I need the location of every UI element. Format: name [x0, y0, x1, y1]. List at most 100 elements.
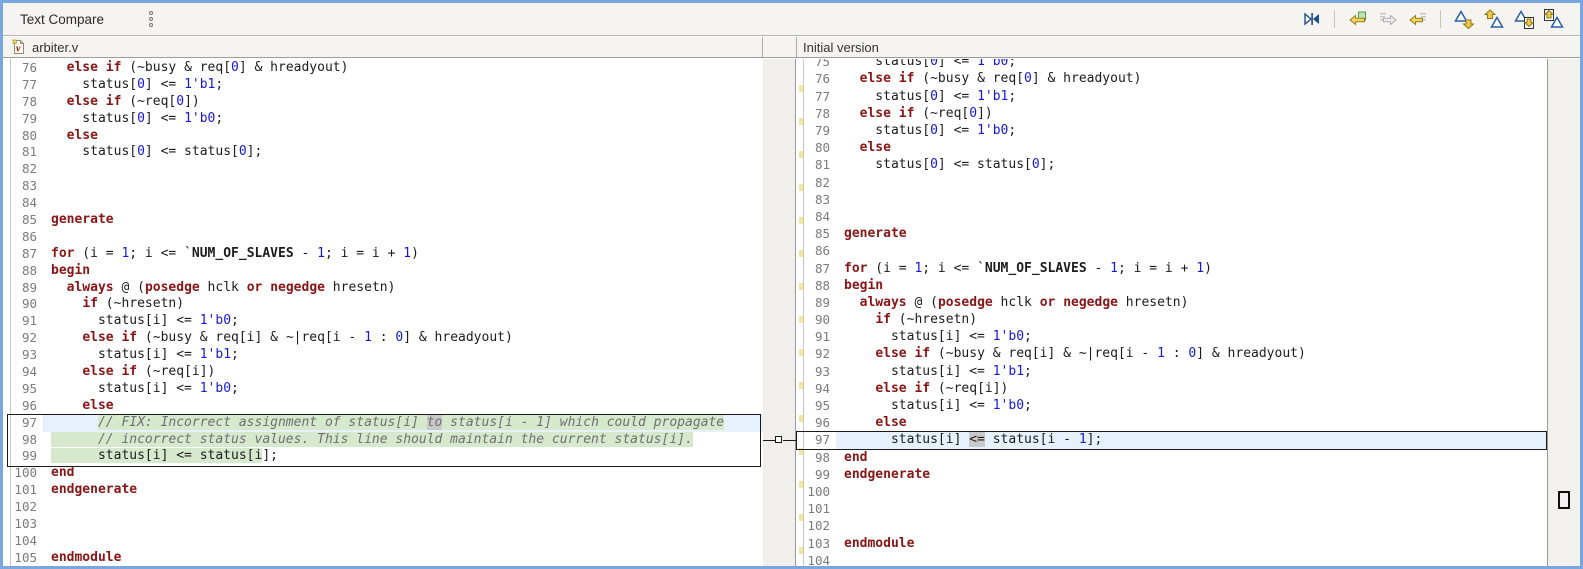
code-line[interactable]: 78 else if (~req[0]) — [3, 94, 763, 111]
code-line[interactable]: 91 status[i] <= 1'b0; — [3, 313, 763, 330]
code-line[interactable]: 91 status[i] <= 1'b0; — [796, 328, 1547, 345]
code-text[interactable] — [43, 533, 763, 550]
diff-overview-marker[interactable] — [1558, 491, 1570, 509]
code-line[interactable]: 97 // FIX: Incorrect assignment of statu… — [3, 414, 763, 432]
code-line[interactable]: 103 endmodule — [796, 535, 1547, 552]
code-line[interactable]: 79 status[0] <= 1'b0; — [3, 111, 763, 128]
code-text[interactable] — [836, 208, 1547, 225]
code-line[interactable]: 90 if (~hresetn) — [796, 311, 1547, 328]
code-line[interactable]: 77 status[0] <= 1'b1; — [3, 77, 763, 94]
code-line[interactable]: 101 endgenerate — [3, 482, 763, 499]
code-line[interactable]: 104 — [796, 552, 1547, 566]
code-text[interactable]: always @ (posedge hclk or negedge hreset… — [836, 294, 1547, 311]
code-text[interactable]: else if (~req[i]) — [836, 380, 1547, 397]
code-text[interactable] — [43, 499, 763, 516]
code-line[interactable]: 86 — [796, 242, 1547, 259]
code-text[interactable]: else — [43, 398, 763, 415]
code-text[interactable]: endgenerate — [836, 466, 1547, 483]
code-text[interactable]: status[i] <= 1'b1; — [43, 347, 763, 364]
view-menu-icon[interactable] — [146, 8, 156, 30]
code-line[interactable]: 92 else if (~busy & req[i] & ~|req[i - 1… — [3, 330, 763, 347]
code-line[interactable]: 82 — [796, 174, 1547, 191]
code-line[interactable]: 88 begin — [796, 277, 1547, 294]
code-line[interactable]: 76 else if (~busy & req[0] & hreadyout) — [796, 70, 1547, 87]
diff-connector-handle[interactable] — [775, 436, 782, 443]
code-text[interactable]: end — [836, 449, 1547, 466]
code-line[interactable]: 94 else if (~req[i]) — [796, 380, 1547, 397]
code-line[interactable]: 83 — [3, 178, 763, 195]
code-line[interactable]: 102 — [796, 517, 1547, 534]
swap-left-right-icon[interactable] — [1299, 8, 1324, 31]
code-text[interactable]: else if (~req[0]) — [43, 94, 763, 111]
previous-change-icon[interactable] — [1541, 8, 1566, 31]
code-line[interactable]: 80 else — [796, 139, 1547, 156]
code-line[interactable]: 93 status[i] <= 1'b1; — [3, 347, 763, 364]
right-editor-pane[interactable]: 75 status[0] <= 1'b0; 76 else if (~busy &… — [796, 59, 1547, 566]
code-text[interactable]: status[i] <= 1'b1; — [836, 363, 1547, 380]
code-text[interactable]: generate — [43, 212, 763, 229]
code-line[interactable]: 77 status[0] <= 1'b1; — [796, 88, 1547, 105]
code-line[interactable]: 81 status[0] <= status[0]; — [796, 156, 1547, 173]
code-text[interactable]: end — [43, 465, 763, 482]
code-line[interactable]: 95 status[i] <= 1'b0; — [796, 397, 1547, 414]
code-line[interactable]: 95 status[i] <= 1'b0; — [3, 381, 763, 398]
previous-difference-icon[interactable] — [1481, 8, 1506, 31]
code-line[interactable]: 97 status[i] <= status[i - 1]; — [796, 431, 1547, 449]
copy-current-right-to-left-icon[interactable] — [1405, 8, 1430, 31]
code-text[interactable]: status[0] <= 1'b1; — [836, 88, 1547, 105]
code-line[interactable]: 76 else if (~busy & req[0] & hreadyout) — [3, 60, 763, 77]
code-line[interactable]: 103 — [3, 516, 763, 533]
overview-ruler[interactable] — [1547, 59, 1580, 566]
code-text[interactable]: status[0] <= 1'b0; — [43, 111, 763, 128]
code-text[interactable]: generate — [836, 225, 1547, 242]
code-line[interactable]: 84 — [796, 208, 1547, 225]
next-change-icon[interactable] — [1511, 8, 1536, 31]
code-line[interactable]: 105 endmodule — [3, 550, 763, 566]
code-text[interactable] — [836, 500, 1547, 517]
code-line[interactable]: 75 status[0] <= 1'b0; — [796, 59, 1547, 70]
code-line[interactable]: 96 else — [3, 398, 763, 415]
code-text[interactable]: // FIX: Incorrect assignment of status[i… — [43, 414, 763, 432]
code-text[interactable]: status[i] <= 1'b0; — [43, 381, 763, 398]
code-text[interactable]: else if (~busy & req[0] & hreadyout) — [836, 70, 1547, 87]
code-line[interactable]: 99 status[i] <= status[i]; — [3, 448, 763, 465]
code-text[interactable] — [43, 178, 763, 195]
code-text[interactable]: status[i] <= status[i - 1]; — [836, 431, 1547, 449]
code-line[interactable]: 104 — [3, 533, 763, 550]
code-text[interactable]: always @ (posedge hclk or negedge hreset… — [43, 280, 763, 297]
code-line[interactable]: 78 else if (~req[0]) — [796, 105, 1547, 122]
code-text[interactable]: endgenerate — [43, 482, 763, 499]
code-line[interactable]: 100 end — [3, 465, 763, 482]
code-text[interactable]: if (~hresetn) — [43, 296, 763, 313]
copy-all-right-to-left-icon[interactable] — [1345, 8, 1370, 31]
code-line[interactable]: 89 always @ (posedge hclk or negedge hre… — [3, 280, 763, 297]
code-line[interactable]: 98 end — [796, 449, 1547, 466]
code-text[interactable]: status[i] <= 1'b0; — [836, 397, 1547, 414]
code-line[interactable]: 83 — [796, 191, 1547, 208]
code-text[interactable]: begin — [43, 263, 763, 280]
code-line[interactable]: 85 generate — [796, 225, 1547, 242]
code-text[interactable] — [836, 242, 1547, 259]
code-line[interactable]: 81 status[0] <= status[0]; — [3, 144, 763, 161]
code-text[interactable]: else if (~req[0]) — [836, 105, 1547, 122]
code-line[interactable]: 85 generate — [3, 212, 763, 229]
code-text[interactable] — [836, 517, 1547, 534]
code-text[interactable]: for (i = 1; i <= `NUM_OF_SLAVES - 1; i =… — [836, 260, 1547, 277]
code-line[interactable]: 100 — [796, 483, 1547, 500]
code-line[interactable]: 99 endgenerate — [796, 466, 1547, 483]
left-editor-pane[interactable]: 76 else if (~busy & req[0] & hreadyout) 7… — [3, 59, 763, 566]
copy-current-left-to-right-icon[interactable] — [1375, 8, 1400, 31]
code-text[interactable]: begin — [836, 277, 1547, 294]
code-text[interactable] — [43, 229, 763, 246]
code-text[interactable]: else if (~busy & req[0] & hreadyout) — [43, 60, 763, 77]
code-text[interactable]: else if (~busy & req[i] & ~|req[i - 1 : … — [43, 330, 763, 347]
code-line[interactable]: 101 — [796, 500, 1547, 517]
code-line[interactable]: 80 else — [3, 128, 763, 145]
code-text[interactable] — [836, 191, 1547, 208]
next-difference-icon[interactable] — [1451, 8, 1476, 31]
code-line[interactable]: 84 — [3, 195, 763, 212]
code-text[interactable] — [836, 483, 1547, 500]
code-line[interactable]: 82 — [3, 161, 763, 178]
code-text[interactable] — [43, 195, 763, 212]
code-text[interactable]: endmodule — [43, 550, 763, 566]
